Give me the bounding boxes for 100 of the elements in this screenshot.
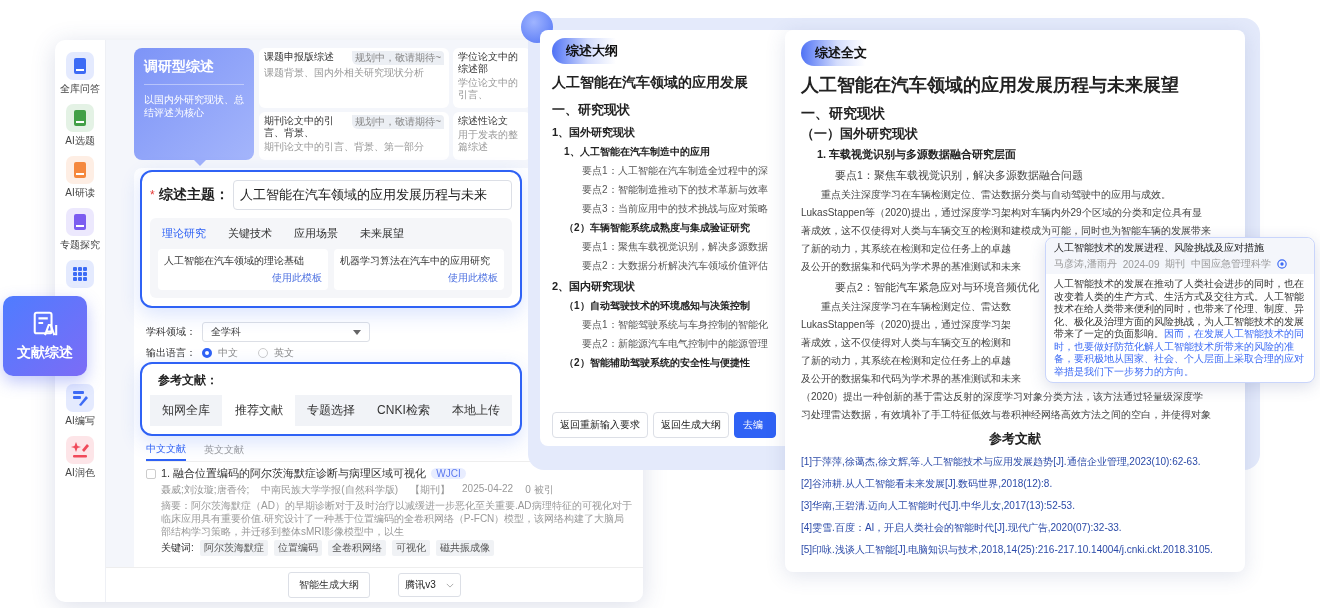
tab[interactable]: 未来展望	[360, 226, 404, 241]
paragraph-line: 重点关注深度学习在车辆检测定位、雷达数	[820, 300, 1011, 314]
references-heading: 参考文献	[988, 430, 1042, 448]
document-icon	[66, 104, 94, 132]
outline-heading: （1）自动驾驶技术的环境感知与决策控制	[563, 299, 750, 313]
outline-point: 要点2：新能源汽车电气控制中的能源管理	[581, 337, 768, 351]
outline-heading: （2）智能辅助驾驶系统的安全性与便捷性	[563, 356, 750, 370]
sidebar-item[interactable]	[66, 260, 94, 288]
paragraph-line: 了新的动力，其系统在检测和定位任务上的卓越	[801, 242, 1011, 256]
keyword-tag[interactable]: 位置编码	[273, 540, 322, 556]
card-description: 课题背景、国内外相关研究现状分析	[264, 67, 425, 79]
citation-source: 中国应急管理科学	[1191, 257, 1272, 271]
tab[interactable]: 推荐文献	[222, 395, 295, 426]
card-description: 学位论文中的引言、	[458, 77, 519, 101]
citation-count: 0 被引	[525, 483, 554, 497]
tab[interactable]: 理论研究	[162, 226, 206, 241]
citation-date: 2024-09	[1122, 258, 1160, 270]
section-heading: 一、研究现状	[801, 104, 885, 123]
section-heading: （一）国外研究现状	[801, 125, 918, 143]
document-icon	[66, 52, 94, 80]
field-label: 输出语言：	[146, 346, 196, 360]
outline-point: 要点3：当前应用中的技术挑战与应对策略	[581, 202, 768, 216]
result-title[interactable]: 1. 融合位置编码的阿尔茨海默症诊断与病理区域可视化	[161, 466, 427, 481]
paragraph-line: （2020）提出一种创新的基于雷达反射的深度学习对象分类方法，该方法通过轻量级深度学	[801, 390, 1204, 404]
review-type-card[interactable]: 综述性论文 用于发表的整篇综述	[453, 112, 531, 160]
reference-link[interactable]: [4]雯雪.百度：AI，开启人类社会的智能时代[J].现代广告,2020(07):32-33.	[801, 521, 1229, 535]
subject-select[interactable]: 全学科	[202, 322, 370, 342]
grid-icon	[66, 260, 94, 288]
sidebar-item[interactable]: AI选题	[65, 104, 95, 148]
sidebar-item[interactable]: 全库问答	[60, 52, 100, 96]
paragraph-line: 著成效，这不仅使得对人类与车辆交互的检测和建模成为可能，同时也为智能车辆的发展带来	[801, 224, 1211, 238]
result-date: 2025-04-22	[462, 483, 514, 496]
document-icon	[66, 156, 94, 184]
keyword-tag[interactable]: 全卷积网络	[327, 540, 386, 556]
tab[interactable]: 关键技术	[228, 226, 272, 241]
document-title: 人工智能在汽车领域的应用发展历程与未来展望	[801, 74, 1179, 97]
card-title: 学位论文中的综述部	[458, 51, 519, 75]
outline-heading: 2、国内研究现状	[552, 279, 636, 294]
tab[interactable]: 专题选择	[294, 395, 368, 426]
citation-type: 期刊	[1165, 257, 1186, 271]
outline-point: 要点2：智能制造推动下的技术革新与效率	[581, 183, 768, 197]
key-point: 要点1：聚焦车载视觉识别，解决多源数据融合问题	[834, 168, 1083, 183]
card-title: 综述性论文	[458, 115, 508, 127]
reference-link[interactable]: [1]于萍萍,徐蔼杰,徐文辉,等.人工智能技术与应用发展趋势[J].通信企业管理,2023(10):62-63.	[801, 455, 1229, 469]
reference-link[interactable]: [3]华南,王碧清.迈向人工智能时代[J].中华儿女,2017(13):52-53.	[801, 499, 1229, 513]
action-button[interactable]: 返回重新输入要求	[552, 412, 648, 438]
action-button[interactable]: 去编	[734, 412, 776, 438]
citation-title: 人工智能技术的发展进程、风险挑战及应对措施	[1054, 241, 1265, 255]
outline-point: 要点1：人工智能在汽车制造全过程中的深	[581, 164, 768, 178]
tab[interactable]: 本地上传	[439, 395, 513, 426]
outline-title: 人工智能在汽车领域的应用发展	[552, 74, 748, 92]
circle-dot-icon[interactable]	[1277, 259, 1288, 269]
required-mark: *	[150, 188, 155, 202]
document-icon	[66, 208, 94, 236]
card-title: 课题申报版综述	[264, 51, 334, 63]
field-label: 学科领域：	[146, 325, 196, 339]
keyword-tag[interactable]: 磁共振成像	[435, 540, 494, 556]
sidebar-item[interactable]: AI润色	[65, 436, 95, 480]
action-button[interactable]: 返回生成大纲	[653, 412, 729, 438]
review-type-card[interactable]: 学位论文中的综述部 学位论文中的引言、	[453, 48, 531, 108]
outline-point: 要点1：智能驾驶系统与车身控制的智能化	[581, 318, 768, 332]
sparkle-icon	[66, 436, 94, 464]
outline-heading: 1、国外研究现状	[552, 125, 636, 140]
tab[interactable]: 中文文献	[146, 440, 186, 461]
use-template-link[interactable]: 使用此模板	[448, 271, 498, 285]
outline-heading: 1、人工智能在汽车制造中的应用	[563, 145, 710, 159]
keyword-tag[interactable]: 可视化	[391, 540, 430, 556]
citation-abstract: 人工智能技术的发展在推动了人类社会进步的同时，也在改变着人类的生产方式、生活方式及交往方式。人工智能技术在给人类带来便利的同时，也带来了伦理、制度、异化、极化及治理方面的风险挑战，为人工智能技术的发展带来了一定的负面影响。因而，在发展人工智能技术的同时，也要做好防范化解人工智能技术所带来的风险的准备，要积极地从国家、社会、个人层面上采取合理的应对举措是我们下一步努力的方向。	[1053, 277, 1305, 379]
paragraph-line: 习处理雷达数据，有效填补了手工特征低效与卷积神经网络高效方法之间的空白，并使得对象	[801, 408, 1211, 422]
paragraph-line: LukasStappen等（2020)提出，通过深度学习架构对车辆内外29个区域的分类和定位具有显	[801, 206, 1202, 220]
checkbox[interactable]	[146, 468, 156, 479]
review-type-card[interactable]: 课题申报版综述 规划中，敬请期待~ 课题背景、国内外相关研究现状分析	[259, 48, 449, 108]
sidebar-item[interactable]: 专题探究	[60, 208, 100, 252]
tab[interactable]: 应用场景	[294, 226, 338, 241]
status-badge: 规划中，敬请期待~	[352, 51, 444, 65]
caret-icon	[353, 329, 361, 335]
template-title: 机器学习算法在汽车中的应用研究	[340, 254, 490, 268]
paragraph-line: 及公开的数据集和代码为学术界的基准测试和未来	[801, 260, 1021, 274]
tab[interactable]: 知网全库	[150, 395, 223, 426]
outline-heading: （2）车辆智能系统成熟度与集成验证研究	[563, 221, 750, 235]
sidebar-item[interactable]: AI编写	[65, 384, 95, 428]
radio-label: 英文	[274, 346, 294, 360]
reference-link[interactable]: [5]印咏.浅谈人工智能[J].电脑知识与技术,2018,14(25):216-217.10.14004/j.cnki.ckt.2018.3105.	[801, 543, 1229, 557]
keyword-tag[interactable]: 阿尔茨海默症	[199, 540, 268, 556]
card-title: 期刊论文中的引言、背景、	[264, 115, 335, 139]
model-select[interactable]: 腾讯v3	[398, 573, 461, 597]
paragraph-line: 了新的动力，其系统在检测和定位任务上的卓越	[801, 354, 1011, 368]
section-heading: 1. 车载视觉识别与多源数据融合研究层面	[816, 147, 1017, 162]
outline-point: 要点2：大数据分析解决汽车领域价值评估	[581, 259, 768, 273]
outline-point: 要点1：聚焦车载视觉识别，解决多源数据	[581, 240, 768, 254]
use-template-link[interactable]: 使用此模板	[272, 271, 322, 285]
topic-input[interactable]: 人工智能在汽车领域的应用发展历程与未来	[232, 180, 512, 210]
sidebar-item[interactable]: 文献综述	[3, 296, 87, 376]
sidebar-item[interactable]: AI研读	[65, 156, 95, 200]
tab[interactable]: CNKI检索	[367, 395, 440, 426]
radio-button[interactable]	[202, 348, 212, 358]
generate-outline-button[interactable]: 智能生成大纲	[288, 572, 371, 598]
reference-link[interactable]: [2]谷沛耕.从人工智能看未来发展[J].数码世界,2018(12):8.	[801, 477, 1229, 491]
card-description: 以国内外研究现状、总结评述为核心	[144, 93, 244, 119]
index-badge: WJCI	[431, 468, 466, 479]
